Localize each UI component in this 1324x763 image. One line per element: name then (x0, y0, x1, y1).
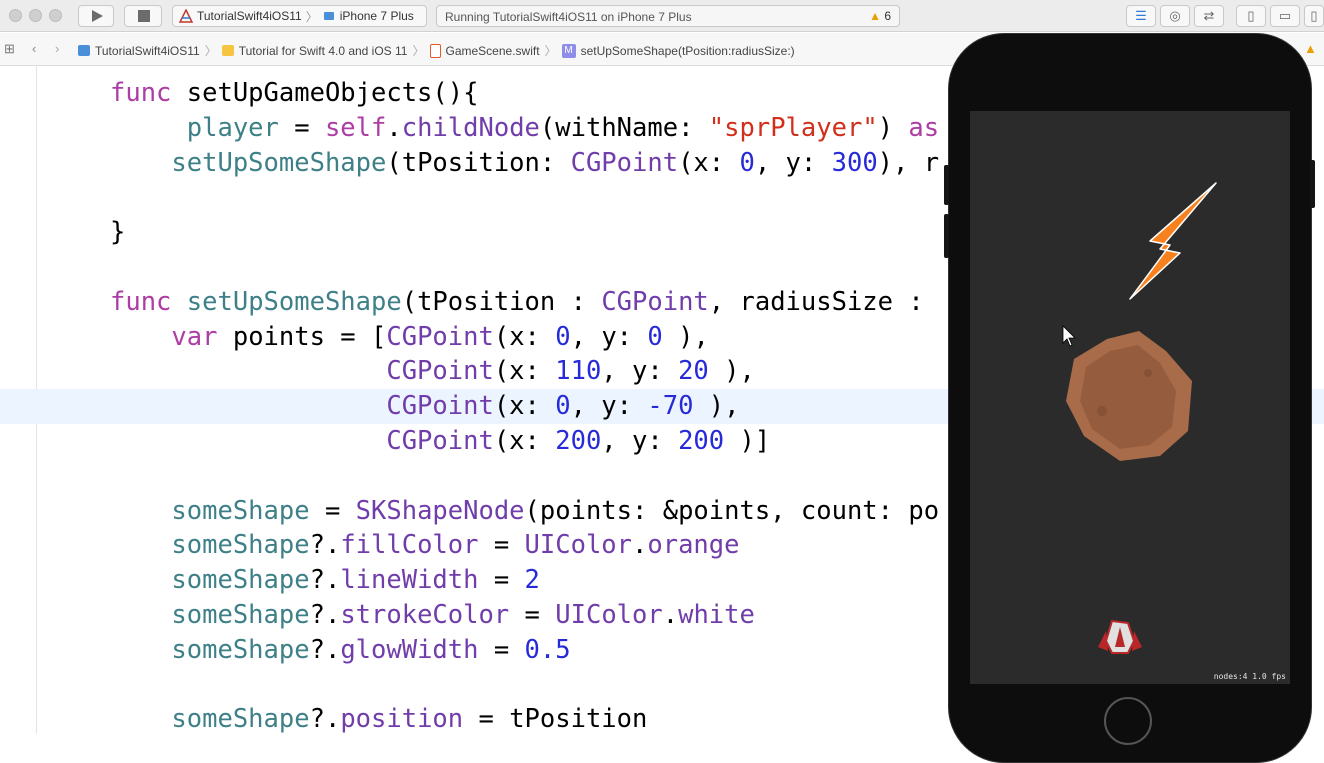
home-button[interactable] (1104, 697, 1152, 745)
close-window-button[interactable] (9, 9, 22, 22)
warning-icon: ▲ (869, 9, 881, 23)
zoom-window-button[interactable] (49, 9, 62, 22)
swift-file-icon (429, 43, 441, 58)
code-line-11[interactable]: CGPoint(x: 200, y: 200 )] (110, 426, 770, 456)
node-fps-stats: nodes:4 1.0 fps (1213, 672, 1286, 681)
code-line-16[interactable]: someShape?.strokeColor = UIColor.white (110, 600, 754, 630)
power-button[interactable] (1310, 160, 1315, 208)
window-toolbar: TutorialSwift4iOS11 〉 iPhone 7 Plus Runn… (0, 0, 1324, 32)
code-line-15[interactable]: someShape?.lineWidth = 2 (110, 565, 539, 595)
device-icon (323, 12, 334, 20)
related-items-icon[interactable]: ⊞ (4, 41, 15, 57)
code-line-10[interactable]: CGPoint(x: 0, y: -70 ), (110, 391, 739, 421)
navigator-toggle-button[interactable]: ▯ (1236, 5, 1266, 27)
scheme-selector[interactable]: TutorialSwift4iOS11 〉 iPhone 7 Plus (172, 5, 427, 27)
play-icon (92, 10, 103, 22)
code-line-13[interactable]: someShape = SKShapeNode(points: &points,… (110, 496, 939, 526)
version-editor-icon: ⇄ (1203, 8, 1215, 23)
code-line-9[interactable]: CGPoint(x: 110, y: 20 ), (110, 356, 755, 386)
breadcrumb-project[interactable]: TutorialSwift4iOS11 (95, 44, 200, 58)
code-line-7[interactable]: func setUpSomeShape(tPosition : CGPoint,… (110, 287, 924, 317)
chevron-right-icon: 〉 (544, 44, 557, 58)
left-panel-icon: ▯ (1247, 8, 1255, 23)
scheme-name: TutorialSwift4iOS11 (197, 9, 302, 23)
code-line-8[interactable]: var points = [CGPoint(x: 0, y: 0 ), (110, 322, 708, 352)
activity-status: Running TutorialSwift4iOS11 on iPhone 7 … (436, 5, 900, 27)
mouse-cursor-icon (1062, 325, 1076, 347)
assistant-editor-button[interactable]: ◎ (1160, 5, 1190, 27)
simulator-screen[interactable]: nodes:4 1.0 fps (970, 111, 1290, 684)
status-text: Running TutorialSwift4iOS11 on iPhone 7 … (445, 10, 692, 24)
folder-icon (221, 45, 234, 56)
code-line-17[interactable]: someShape?.glowWidth = 0.5 (110, 635, 570, 665)
code-line-2[interactable]: player = self.childNode(withName: "sprPl… (110, 113, 939, 143)
right-panel-icon: ▯ (1310, 8, 1318, 23)
asteroid-sprite (1066, 331, 1192, 461)
volume-up-button[interactable] (944, 165, 949, 205)
code-line-19[interactable]: someShape?.position = tPosition (110, 704, 647, 734)
game-scene (1062, 182, 1217, 654)
breadcrumb-folder[interactable]: Tutorial for Swift 4.0 and iOS 11 (239, 44, 408, 58)
device-name: iPhone 7 Plus (339, 9, 414, 23)
lightning-shape (1129, 182, 1217, 300)
code-line-3[interactable]: setUpSomeShape(tPosition: CGPoint(x: 0, … (110, 148, 939, 178)
forward-arrow-icon[interactable]: › (55, 41, 59, 56)
code-text[interactable]: func setUpGameObjects(){ player = self.c… (110, 76, 939, 734)
minimize-window-button[interactable] (29, 9, 42, 22)
warning-icon[interactable]: ▲ (1304, 41, 1317, 56)
version-editor-button[interactable]: ⇄ (1194, 5, 1224, 27)
chevron-right-icon: 〉 (412, 44, 425, 58)
stop-button[interactable] (124, 5, 162, 27)
project-icon (78, 45, 90, 56)
assistant-editor-icon: ◎ (1169, 8, 1181, 23)
warning-count: 6 (884, 9, 891, 23)
volume-down-button[interactable] (944, 214, 949, 258)
player-ship-sprite (1098, 619, 1142, 654)
stop-icon (138, 10, 150, 22)
app-target-icon (179, 9, 193, 23)
breadcrumb-symbol[interactable]: setUpSomeShape(tPosition:radiusSize:) (581, 44, 795, 58)
method-icon: M (561, 43, 576, 58)
chevron-right-icon: 〉 (204, 44, 217, 58)
run-button[interactable] (78, 5, 114, 27)
breadcrumb: TutorialSwift4iOS11 〉 Tutorial for Swift… (78, 42, 795, 59)
code-line-5[interactable]: } (110, 217, 125, 247)
warnings-indicator[interactable]: ▲ 6 (869, 9, 891, 23)
back-arrow-icon[interactable]: ‹ (32, 41, 36, 56)
chevron-right-icon: 〉 (305, 9, 318, 24)
debug-area-toggle-button[interactable]: ▭ (1270, 5, 1300, 27)
code-line-14[interactable]: someShape?.fillColor = UIColor.orange (110, 530, 739, 560)
standard-editor-icon: ☰ (1135, 8, 1147, 23)
breadcrumb-file[interactable]: GameScene.swift (446, 44, 540, 58)
code-line-1[interactable]: func setUpGameObjects(){ (110, 78, 478, 108)
standard-editor-button[interactable]: ☰ (1126, 5, 1156, 27)
utilities-toggle-button[interactable]: ▯ (1304, 5, 1324, 27)
bottom-panel-icon: ▭ (1278, 8, 1292, 23)
